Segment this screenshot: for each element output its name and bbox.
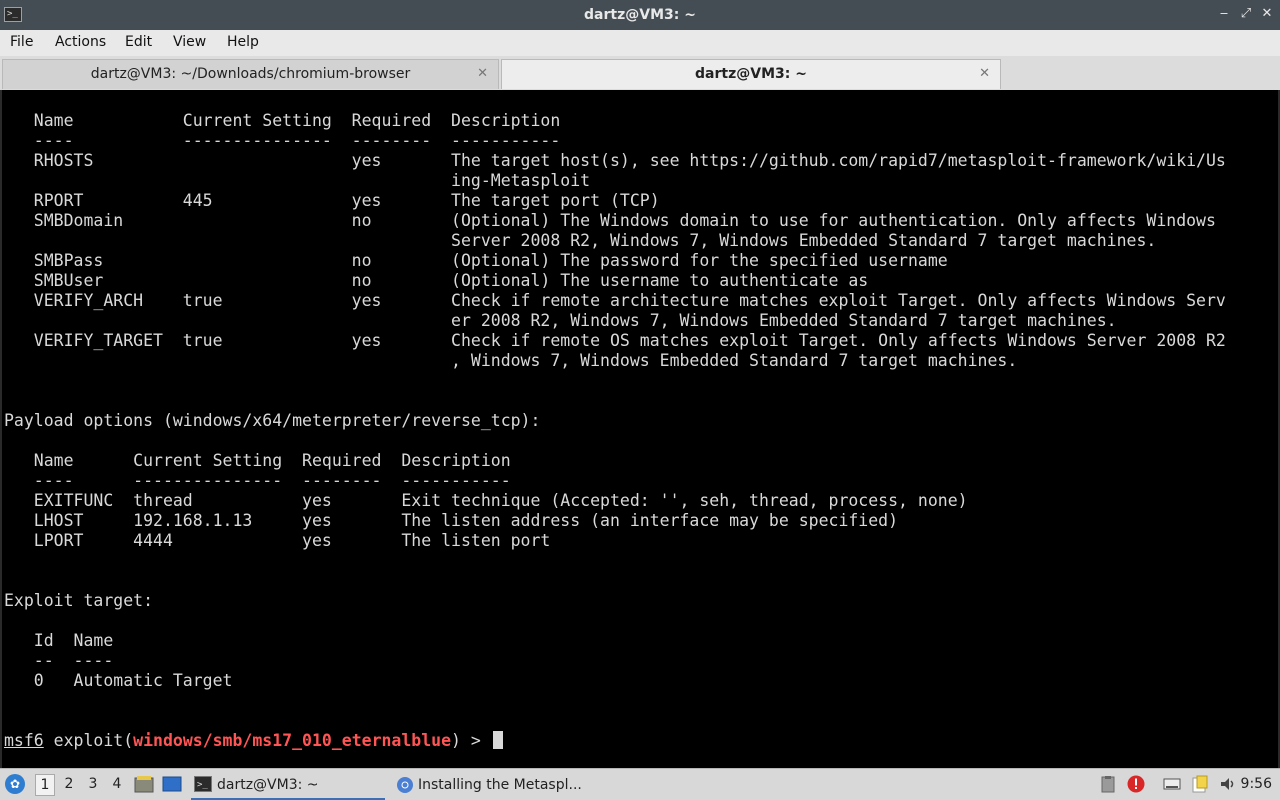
menu-view[interactable]: View xyxy=(173,34,206,50)
notes-icon[interactable] xyxy=(1191,775,1209,793)
taskbar: ✿ 1 2 3 4 >_ dartz@VM3: ~ Installing the… xyxy=(0,768,1280,800)
prompt-suffix: ) > xyxy=(451,731,491,750)
close-button[interactable]: ✕ xyxy=(1259,6,1275,22)
terminal-output: Name Current Setting Required Descriptio… xyxy=(4,111,1226,690)
menu-actions[interactable]: Actions xyxy=(55,34,106,50)
volume-icon[interactable] xyxy=(1219,775,1237,793)
clipboard-icon[interactable] xyxy=(1099,775,1117,793)
menu-bar: File Actions Edit View Help xyxy=(0,30,1280,56)
tab-bar: dartz@VM3: ~/Downloads/chromium-browser … xyxy=(0,56,1280,90)
show-desktop-icon[interactable] xyxy=(162,775,182,793)
workspace-1[interactable]: 1 xyxy=(35,774,55,796)
keyboard-icon[interactable] xyxy=(1163,775,1181,793)
restore-button[interactable]: ⤢ xyxy=(1238,6,1254,22)
window-title: dartz@VM3: ~ xyxy=(584,7,696,23)
file-manager-icon[interactable] xyxy=(134,775,154,793)
task-label: Installing the Metaspl... xyxy=(418,777,582,793)
tab-downloads[interactable]: dartz@VM3: ~/Downloads/chromium-browser … xyxy=(2,59,499,89)
chromium-icon xyxy=(397,777,413,793)
menu-edit[interactable]: Edit xyxy=(125,34,152,50)
start-menu-icon[interactable]: ✿ xyxy=(5,774,25,794)
prompt-msf: msf6 xyxy=(4,731,44,750)
workspace-2[interactable]: 2 xyxy=(60,776,78,792)
task-browser[interactable]: Installing the Metaspl... xyxy=(393,772,593,798)
prompt-module: windows/smb/ms17_010_eternalblue xyxy=(133,731,452,750)
workspace-3[interactable]: 3 xyxy=(84,776,102,792)
tab-close-icon[interactable]: ✕ xyxy=(477,60,488,88)
tab-label: dartz@VM3: ~/Downloads/chromium-browser xyxy=(90,66,411,82)
tab-home[interactable]: dartz@VM3: ~ ✕ xyxy=(501,59,1001,89)
tab-close-icon[interactable]: ✕ xyxy=(979,60,990,88)
alert-icon[interactable] xyxy=(1127,775,1145,793)
minimize-button[interactable]: ‒ xyxy=(1216,6,1232,22)
tab-label: dartz@VM3: ~ xyxy=(695,66,807,82)
title-bar: >_ dartz@VM3: ~ ‒ ⤢ ✕ xyxy=(0,0,1280,30)
terminal-prompt[interactable]: msf6 exploit(windows/smb/ms17_010_eterna… xyxy=(4,731,503,750)
text-cursor xyxy=(492,731,503,749)
task-label: dartz@VM3: ~ xyxy=(217,777,319,793)
menu-file[interactable]: File xyxy=(10,34,33,50)
clock[interactable]: 9:56 xyxy=(1241,776,1272,792)
prompt-command: exploit( xyxy=(43,731,134,750)
task-terminal[interactable]: >_ dartz@VM3: ~ xyxy=(191,772,385,800)
menu-help[interactable]: Help xyxy=(227,34,259,50)
terminal-area[interactable]: Name Current Setting Required Descriptio… xyxy=(0,90,1280,768)
svg-text:>_: >_ xyxy=(197,780,208,790)
terminal-icon: >_ xyxy=(194,776,212,792)
workspace-4[interactable]: 4 xyxy=(108,776,126,792)
